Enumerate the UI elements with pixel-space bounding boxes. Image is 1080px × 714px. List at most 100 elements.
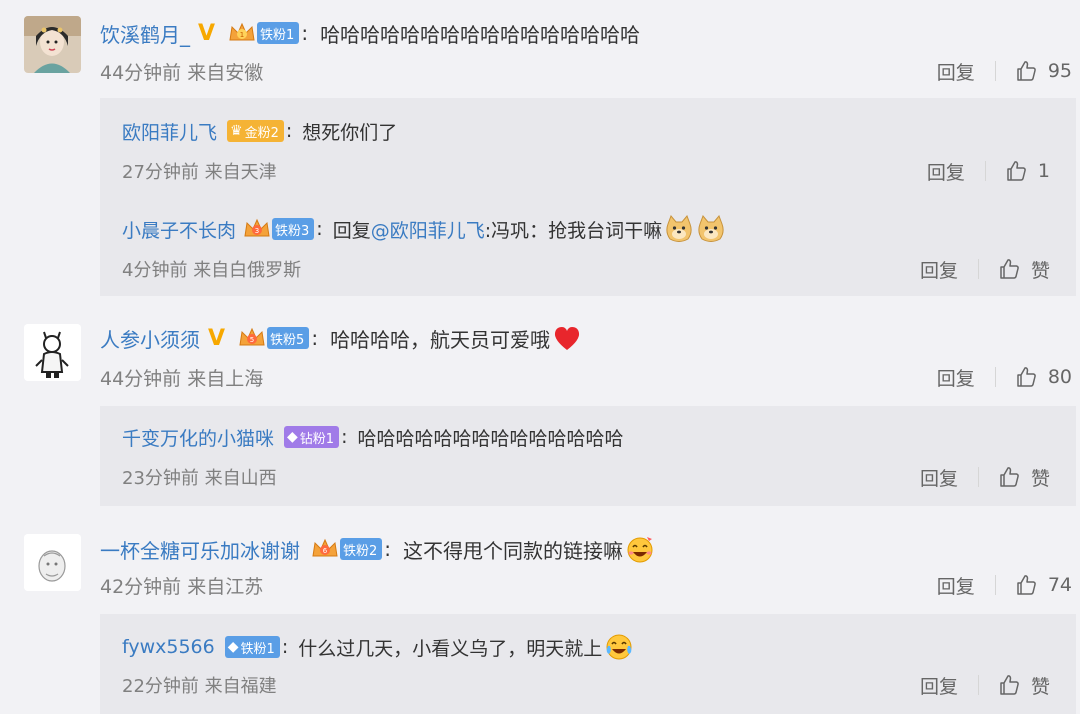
fan-badge: 铁粉2 [340,538,383,560]
heart-emoji-icon [552,323,582,353]
thumbs-up-icon [1000,675,1019,695]
reply-text: :冯巩：抢我台词干嘛 [484,219,663,242]
reply-actions: 回复 赞 [920,670,1050,700]
avatar[interactable] [24,534,81,591]
timestamp: 42分钟前 [100,575,182,598]
verified-v-icon: V [208,325,226,351]
timestamp: 22分钟前 [122,676,199,697]
like-button[interactable]: 1 [1004,159,1050,183]
diamond-badge-icon: ◆ [227,639,239,655]
divider [977,259,979,279]
like-button[interactable]: 赞 [997,464,1050,491]
reply-button[interactable]: 回复 [920,464,958,491]
svg-text:3: 3 [255,227,259,235]
like-button[interactable]: 95 [1014,59,1072,83]
doge-emoji-icon [696,214,726,244]
reply-button[interactable]: 回复 [920,256,958,283]
location: 来自福建 [204,676,277,697]
comment-text: 哈哈哈哈哈哈哈哈哈哈哈哈哈哈哈哈 [320,22,641,47]
laughing-tears-emoji-icon [604,632,634,662]
location: 来自江苏 [187,575,264,598]
divider [994,61,996,81]
comment-meta: 44分钟前 来自安徽 [100,56,263,86]
reply-button[interactable]: 回复 [937,58,975,85]
avatar[interactable] [24,16,81,73]
timestamp: 44分钟前 [100,61,182,84]
reply-actions: 回复 赞 [920,462,1050,492]
divider [977,675,979,695]
username[interactable]: 小晨子不长肉 [122,216,236,243]
username[interactable]: fywx5566 [122,636,215,658]
divider [994,575,996,595]
laughing-emoji-icon [625,534,655,564]
comment-header: 一杯全糖可乐加冰谢谢 6 铁粉2 : 这不得甩个同款的链接嘛 [100,534,655,564]
divider [994,367,996,387]
like-label: 赞 [1030,259,1050,282]
reply-list: 千变万化的小猫咪 ◆ 钻粉1 : 哈哈哈哈哈哈哈哈哈哈哈哈哈哈 23分钟前 来自山… [100,406,1076,506]
username[interactable]: 一杯全糖可乐加冰谢谢 [100,535,300,564]
username[interactable]: 欧阳菲儿飞 [122,118,217,145]
crown-icon: 3 [242,216,272,242]
comment-meta: 42分钟前 来自江苏 [100,570,263,600]
like-count: 1 [1037,160,1050,182]
timestamp: 27分钟前 [122,162,199,183]
like-button[interactable]: 赞 [997,672,1050,699]
like-count: 74 [1047,574,1072,596]
svg-text:6: 6 [323,547,328,555]
reply-text: 哈哈哈哈哈哈哈哈哈哈哈哈哈哈 [357,427,624,450]
svg-text:1: 1 [240,31,244,39]
crown-icon: 5 [237,325,267,351]
reply-meta: 23分钟前 来自山西 [122,462,277,492]
reply-header: 千变万化的小猫咪 ◆ 钻粉1 : 哈哈哈哈哈哈哈哈哈哈哈哈哈哈 [122,422,624,452]
like-button[interactable]: 赞 [997,256,1050,283]
avatar[interactable] [24,324,81,381]
reply-meta: 22分钟前 来自福建 [122,670,277,700]
reply-actions: 回复 赞 [920,254,1050,284]
reply-button[interactable]: 回复 [937,572,975,599]
svg-text:5: 5 [250,336,254,344]
fan-badge: 铁粉1 [257,22,300,44]
comment-actions: 回复 74 [937,570,1072,600]
timestamp: 23分钟前 [122,468,199,489]
crown-icon: 1 [227,20,257,46]
timestamp: 44分钟前 [100,367,182,390]
like-label: 赞 [1030,675,1050,698]
reply-prefix: 回复 [332,219,371,242]
fan-badge: 铁粉5 [267,327,310,349]
reply-button[interactable]: 回复 [920,672,958,699]
thumbs-up-icon [1017,61,1036,81]
location: 来自上海 [187,367,264,390]
location: 来自天津 [204,162,277,183]
divider [977,467,979,487]
reply-text: 想死你们了 [302,121,398,144]
thumbs-up-icon [1000,259,1019,279]
reply-header: fywx5566 ◆ 铁粉1 : 什么过几天，小看义乌了，明天就上 [122,632,634,662]
comment-text: 哈哈哈哈，航天员可爱哦 [330,327,551,352]
username[interactable]: 千变万化的小猫咪 [122,424,274,451]
reply-header: 欧阳菲儿飞 ♛ 金粉2 : 想死你们了 [122,116,397,146]
like-label: 赞 [1030,467,1050,490]
reply-button[interactable]: 回复 [937,364,975,391]
divider [984,161,986,181]
like-count: 95 [1047,60,1072,82]
comment-meta: 44分钟前 来自上海 [100,362,263,392]
reply-text: 什么过几天，小看义乌了，明天就上 [298,637,603,660]
like-count: 80 [1047,366,1072,388]
fan-badge: ◆ 铁粉1 [224,636,280,658]
reply-meta: 27分钟前 来自天津 [122,156,277,186]
comment-header: 人参小须须 V 5 铁粉5 : 哈哈哈哈，航天员可爱哦 [100,323,582,353]
like-button[interactable]: 74 [1014,573,1072,597]
thumbs-up-icon [1017,367,1036,387]
thumbs-up-icon [1017,575,1036,595]
fan-badge: ♛ 金粉2 [227,120,284,142]
comment-actions: 回复 80 [937,362,1072,392]
username[interactable]: 人参小须须 [100,324,200,353]
mention-link[interactable]: @欧阳菲儿飞 [371,216,485,243]
like-button[interactable]: 80 [1014,365,1072,389]
username[interactable]: 饮溪鹤月_ [100,19,190,48]
location: 来自白俄罗斯 [193,260,302,281]
reply-list: fywx5566 ◆ 铁粉1 : 什么过几天，小看义乌了，明天就上 22分钟前 来… [100,614,1076,714]
fan-badge: 铁粉3 [272,218,315,240]
reply-header: 小晨子不长肉 3 铁粉3 : 回复 @欧阳菲儿飞 :冯巩：抢我台词干嘛 [122,214,726,244]
reply-button[interactable]: 回复 [927,158,965,185]
